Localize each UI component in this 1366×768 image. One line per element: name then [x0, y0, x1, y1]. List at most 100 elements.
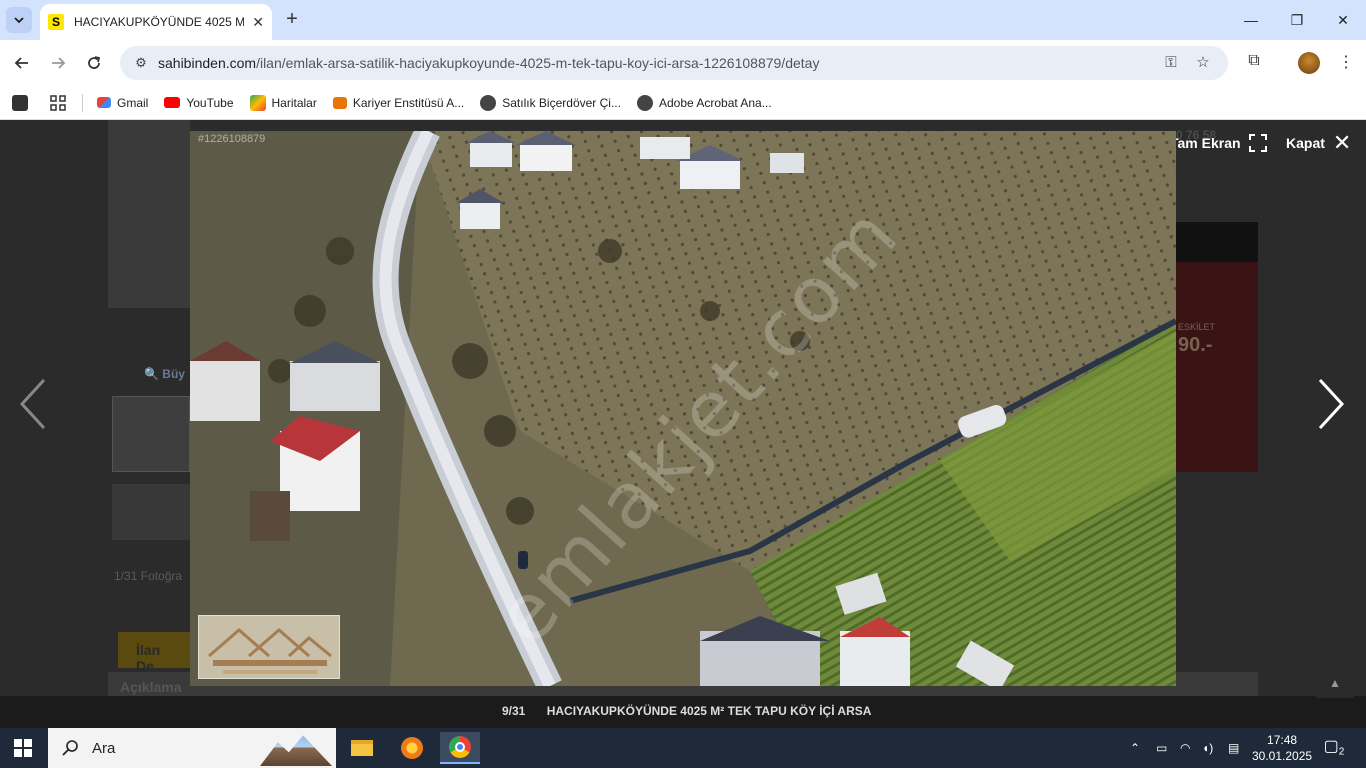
folder-icon — [351, 740, 373, 756]
chrome-icon — [449, 736, 471, 758]
bookmark-label: Kariyer Enstitüsü A... — [352, 95, 465, 110]
taskbar-chrome[interactable] — [440, 732, 480, 764]
scroll-to-top-button[interactable]: ▲ — [1316, 668, 1354, 698]
enlarge-label: Büy — [162, 367, 185, 381]
bookmark-label: Haritalar — [271, 95, 317, 110]
taskbar-file-explorer[interactable] — [342, 732, 382, 764]
bookmark-youtube[interactable]: YouTube — [164, 95, 234, 110]
grid-icon — [50, 94, 66, 111]
clock-time: 17:48 — [1267, 733, 1298, 747]
taskbar-app-shield[interactable] — [392, 732, 432, 764]
extensions-puzzle-icon[interactable]: ⧉ — [1242, 52, 1266, 74]
bookmark-maps[interactable]: Haritalar — [249, 94, 317, 111]
caption-bar: 9/31 HACIYAKUPKÖYÜNDE 4025 M² TEK TAPU K… — [0, 696, 1366, 728]
enlarge-link: 🔍 Büy — [144, 367, 185, 381]
windows-logo-tile — [14, 749, 22, 757]
more-menu-icon[interactable]: ⋮ — [1334, 52, 1358, 74]
windows-start-button[interactable] — [14, 739, 32, 757]
windows-logo-tile — [24, 739, 32, 747]
fullscreen-icon — [1248, 134, 1267, 152]
listing-photo: #1226108879 emlakjet.com — [190, 131, 1176, 686]
search-highlight-art — [260, 735, 332, 766]
shield-app-icon — [401, 737, 423, 759]
reload-button[interactable] — [82, 51, 106, 75]
previous-photo-button[interactable] — [18, 376, 48, 432]
bookmark-label: YouTube — [186, 95, 234, 110]
new-tab-button[interactable]: + — [282, 8, 302, 32]
square-app-icon — [12, 94, 28, 111]
side-advert-header — [1176, 222, 1258, 262]
wifi-icon[interactable]: ◠ — [1180, 728, 1190, 768]
password-key-icon[interactable]: ⚿ — [1162, 54, 1180, 72]
profile-avatar[interactable] — [1298, 52, 1320, 74]
windows-logo-tile — [14, 739, 22, 747]
tab-search-button[interactable] — [6, 7, 32, 33]
battery-icon[interactable]: ▭ — [1156, 728, 1167, 768]
bookmark-adobe[interactable]: Adobe Acrobat Ana... — [636, 94, 772, 111]
bookmark-label: Satılık Biçerdöver Çi... — [502, 95, 621, 110]
windows-taskbar: Ara ⌃ ▭ ◠ ◖) ▤ 17:48 30.01.2025 ▢2 — [0, 728, 1366, 768]
close-icon: ✕ — [1332, 130, 1352, 155]
photo-count-label: 1/31 Fotoğra — [114, 569, 183, 583]
tab-close-icon[interactable]: ✕ — [252, 14, 264, 31]
gallery-thumb — [112, 484, 190, 540]
kariyer-m-icon — [332, 96, 347, 109]
back-button[interactable] — [10, 51, 34, 75]
advert-price: 90.- — [1178, 334, 1213, 356]
chevron-down-icon — [14, 17, 24, 24]
volume-icon[interactable]: ◖) — [1202, 728, 1213, 768]
restore-button[interactable]: ❐ — [1274, 8, 1320, 32]
photo-caption: 9/31 HACIYAKUPKÖYÜNDE 4025 M² TEK TAPU K… — [502, 704, 871, 718]
bookmark-satilik[interactable]: Satılık Biçerdöver Çi... — [480, 94, 621, 111]
url-domain: sahibinden.com — [158, 55, 257, 71]
listing-details-tab: İlan De — [118, 632, 190, 674]
address-bar[interactable]: ⚙ sahibinden.com/ilan/emlak-arsa-satilik… — [120, 46, 1228, 80]
close-label: Kapat — [1286, 135, 1325, 151]
fullscreen-button[interactable]: Tam Ekran — [1170, 134, 1267, 152]
window-close-button[interactable]: ✕ — [1320, 8, 1366, 32]
globe-icon — [636, 94, 653, 111]
bookmark-gmail[interactable]: Gmail — [97, 96, 148, 110]
chevron-left-icon — [19, 378, 46, 430]
language-icon[interactable]: ▤ — [1228, 728, 1239, 768]
notification-center-button[interactable]: ▢2 — [1322, 736, 1346, 760]
agency-logo-stamp — [198, 615, 340, 679]
main-photo-thumb — [108, 120, 190, 308]
advert-text: ESKİLET — [1178, 322, 1216, 332]
bookmarks-bar: Gmail YouTube Haritalar Kariyer Enstitüs… — [0, 86, 1366, 120]
forward-button[interactable] — [46, 51, 70, 75]
tray-chevron-icon[interactable]: ⌃ — [1130, 728, 1140, 768]
tab-title: HACIYAKUPKÖYÜNDE 4025 M² — [74, 15, 244, 29]
notification-count: 2 — [1338, 746, 1345, 758]
bookmark-app-icon-1[interactable] — [12, 94, 34, 111]
bookmark-label: Adobe Acrobat Ana... — [658, 95, 772, 110]
apps-grid-button[interactable] — [50, 94, 66, 111]
gmail-icon — [97, 97, 111, 108]
next-photo-button[interactable] — [1316, 376, 1346, 432]
url-text[interactable]: sahibinden.com/ilan/emlak-arsa-satilik-h… — [158, 55, 819, 71]
browser-toolbar: ⚙ sahibinden.com/ilan/emlak-arsa-satilik… — [0, 40, 1366, 86]
taskbar-search-box[interactable]: Ara — [48, 728, 336, 768]
chevron-right-icon — [1318, 378, 1345, 430]
photo-title: HACIYAKUPKÖYÜNDE 4025 M² TEK TAPU KÖY İÇ… — [546, 704, 872, 718]
photo-listing-id: #1226108879 — [198, 133, 266, 145]
bookmark-kariyer[interactable]: Kariyer Enstitüsü A... — [332, 95, 465, 110]
bookmarks-divider — [82, 93, 83, 112]
browser-tab-active[interactable]: S HACIYAKUPKÖYÜNDE 4025 M² ✕ — [40, 4, 272, 40]
windows-logo-tile — [24, 749, 32, 757]
bookmark-label: Gmail — [117, 95, 149, 110]
minimize-button[interactable]: — — [1228, 8, 1274, 32]
maps-pin-icon — [249, 94, 266, 111]
site-info-icon[interactable]: ⚙ — [132, 54, 150, 72]
house-logo-icon — [208, 628, 332, 674]
tab-strip: S HACIYAKUPKÖYÜNDE 4025 M² ✕ + — ❐ ✕ — [0, 0, 1366, 40]
bookmark-star-icon[interactable]: ☆ — [1194, 54, 1212, 72]
url-path: /ilan/emlak-arsa-satilik-haciyakupkoyund… — [256, 55, 820, 71]
chat-bubble-icon: ▢ — [1323, 738, 1339, 755]
fullscreen-label: Tam Ekran — [1170, 135, 1241, 151]
lightbox-close-button[interactable]: Kapat ✕ — [1286, 130, 1352, 155]
taskbar-clock[interactable]: 17:48 30.01.2025 — [1252, 732, 1312, 764]
reload-icon — [88, 56, 101, 69]
arrow-right-icon — [52, 57, 66, 69]
arrow-left-icon — [14, 57, 28, 69]
